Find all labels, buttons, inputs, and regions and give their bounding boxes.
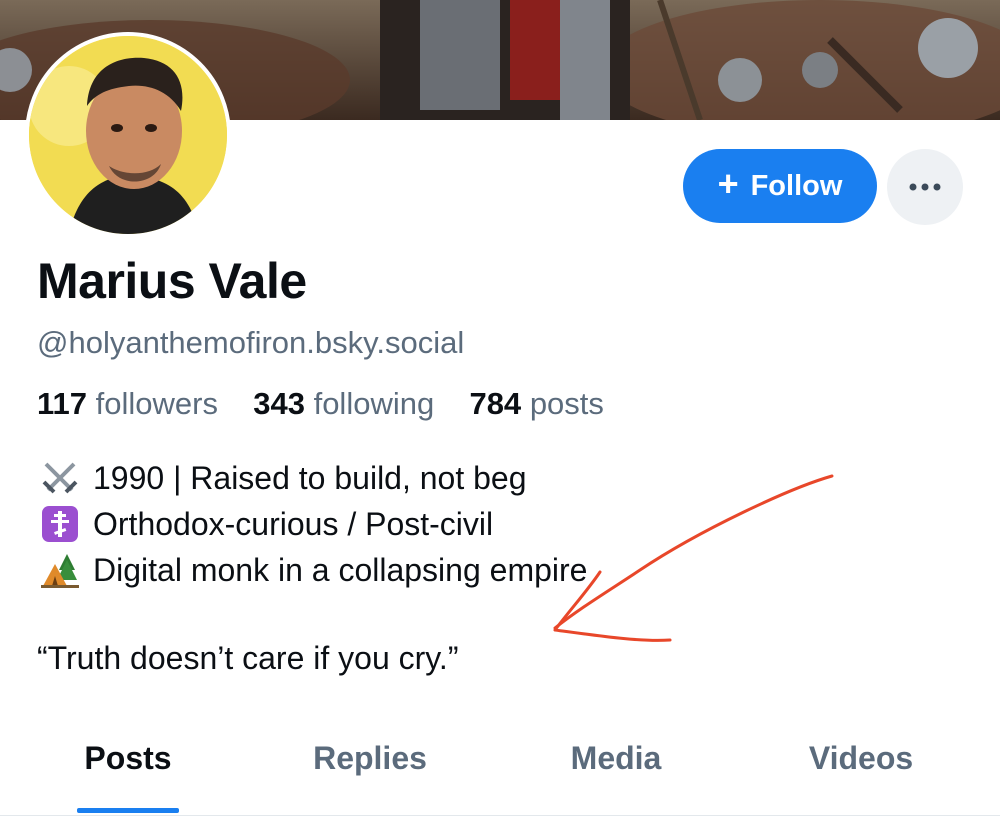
display-name: Marius Vale (37, 253, 307, 309)
posts-count: 784 (469, 386, 522, 421)
profile-bio: 1990 | Raised to build, not beg Orthodox… (37, 455, 587, 593)
bio-text: Digital monk in a collapsing empire (93, 552, 588, 588)
following-label: following (313, 386, 435, 421)
camping-tent-icon (37, 550, 83, 590)
tab-posts[interactable]: Posts (52, 740, 204, 816)
active-tab-indicator (77, 808, 179, 813)
bio-text: Orthodox-curious / Post-civil (93, 506, 494, 542)
bio-line: 1990 | Raised to build, not beg (37, 455, 587, 501)
bio-text: 1990 | Raised to build, not beg (93, 460, 527, 496)
tab-label: Videos (808, 740, 914, 776)
avatar[interactable] (25, 32, 231, 238)
posts-label: posts (529, 386, 604, 421)
profile-tabs: Posts Replies Media Videos (0, 740, 1000, 816)
divider (0, 815, 1000, 816)
avatar-image (29, 36, 227, 234)
bio-line: Orthodox-curious / Post-civil (37, 501, 587, 547)
posts-stat: 784 posts (469, 386, 603, 421)
bio-line: Digital monk in a collapsing empire (37, 547, 587, 593)
profile-handle: @holyanthemofiron.bsky.social (37, 325, 465, 360)
tab-replies[interactable]: Replies (290, 740, 450, 816)
tab-videos[interactable]: Videos (780, 740, 942, 816)
more-options-button[interactable] (887, 149, 963, 225)
ellipsis-icon (909, 183, 941, 191)
tab-label: Media (570, 740, 662, 776)
follow-label: Follow (750, 169, 843, 202)
orthodox-cross-icon (37, 504, 83, 544)
profile-stats: 117 followers 343 following 784 posts (37, 386, 604, 422)
plus-icon: + (717, 163, 739, 204)
tab-label: Posts (84, 740, 172, 776)
tab-media[interactable]: Media (540, 740, 692, 816)
crossed-swords-icon (37, 458, 83, 498)
bio-quote: “Truth doesn’t care if you cry.” (37, 640, 459, 676)
followers-label: followers (95, 386, 218, 421)
following-link[interactable]: 343 following (253, 386, 443, 421)
followers-count: 117 (37, 386, 88, 421)
follow-button[interactable]: + Follow (683, 149, 877, 223)
tab-label: Replies (313, 740, 427, 776)
following-count: 343 (253, 386, 305, 421)
followers-link[interactable]: 117 followers (37, 386, 227, 421)
